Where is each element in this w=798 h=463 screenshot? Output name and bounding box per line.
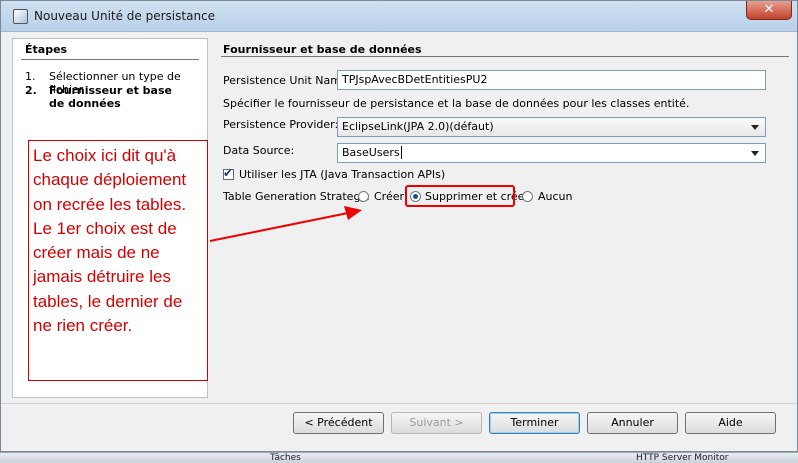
panel-divider	[221, 56, 789, 57]
chevron-down-icon	[751, 125, 759, 130]
step-2-number: 2.	[25, 84, 37, 97]
checkmark-icon: ✔	[223, 166, 234, 180]
jta-checkbox[interactable]: ✔	[223, 166, 234, 180]
provider-label: Persistence Provider:	[223, 118, 339, 131]
step-2-label: Fournisseur et base de données	[49, 84, 172, 110]
title-bar: Nouveau Unité de persistance ✕	[1, 1, 797, 32]
close-button[interactable]: ✕	[746, 1, 792, 20]
chevron-down-icon	[751, 151, 759, 156]
window-title: Nouveau Unité de persistance	[34, 9, 216, 23]
description-text: Spécifier le fournisseur de persistance …	[223, 97, 690, 110]
provider-value: EclipseLink(JPA 2.0)(défaut)	[342, 120, 494, 133]
footer-divider	[1, 403, 797, 404]
help-button[interactable]: Aide	[685, 412, 776, 434]
annotation-callout: Le choix ici dit qu'à chaque déploiement…	[28, 140, 208, 381]
radio-aucun[interactable]	[522, 191, 533, 202]
annotation-highlight-box	[405, 185, 515, 207]
radio-creer-label: Créer	[374, 190, 405, 203]
steps-title: Étapes	[25, 43, 68, 56]
cancel-button[interactable]: Annuler	[587, 412, 678, 434]
next-button[interactable]: Suivant >	[391, 412, 482, 434]
annotation-arrow-icon	[209, 206, 362, 242]
app-icon	[13, 9, 28, 24]
datasource-select[interactable]: BaseUsers	[337, 143, 766, 163]
pu-name-input[interactable]: TPJspAvecBDetEntitiesPU2	[337, 70, 766, 90]
radio-creer[interactable]	[358, 191, 369, 202]
finish-button[interactable]: Terminer	[489, 412, 580, 434]
step-1-number: 1.	[25, 70, 36, 83]
strategy-label: Table Generation Strategy:	[223, 190, 370, 203]
datasource-label: Data Source:	[223, 144, 295, 157]
ide-status-strip: Tâches HTTP Server Monitor	[0, 452, 798, 463]
provider-select[interactable]: EclipseLink(JPA 2.0)(défaut)	[337, 117, 766, 137]
jta-label: Utiliser les JTA (Java Transaction APIs)	[239, 168, 446, 181]
datasource-value: BaseUsers	[342, 146, 400, 159]
previous-button[interactable]: < Précédent	[293, 412, 384, 434]
pu-name-label: Persistence Unit Name:	[223, 74, 352, 87]
steps-divider	[21, 59, 199, 60]
text-caret	[400, 146, 402, 159]
wizard-dialog: Nouveau Unité de persistance ✕ Étapes 1.…	[0, 0, 798, 452]
radio-aucun-label: Aucun	[538, 190, 573, 203]
panel-title: Fournisseur et base de données	[223, 43, 422, 56]
